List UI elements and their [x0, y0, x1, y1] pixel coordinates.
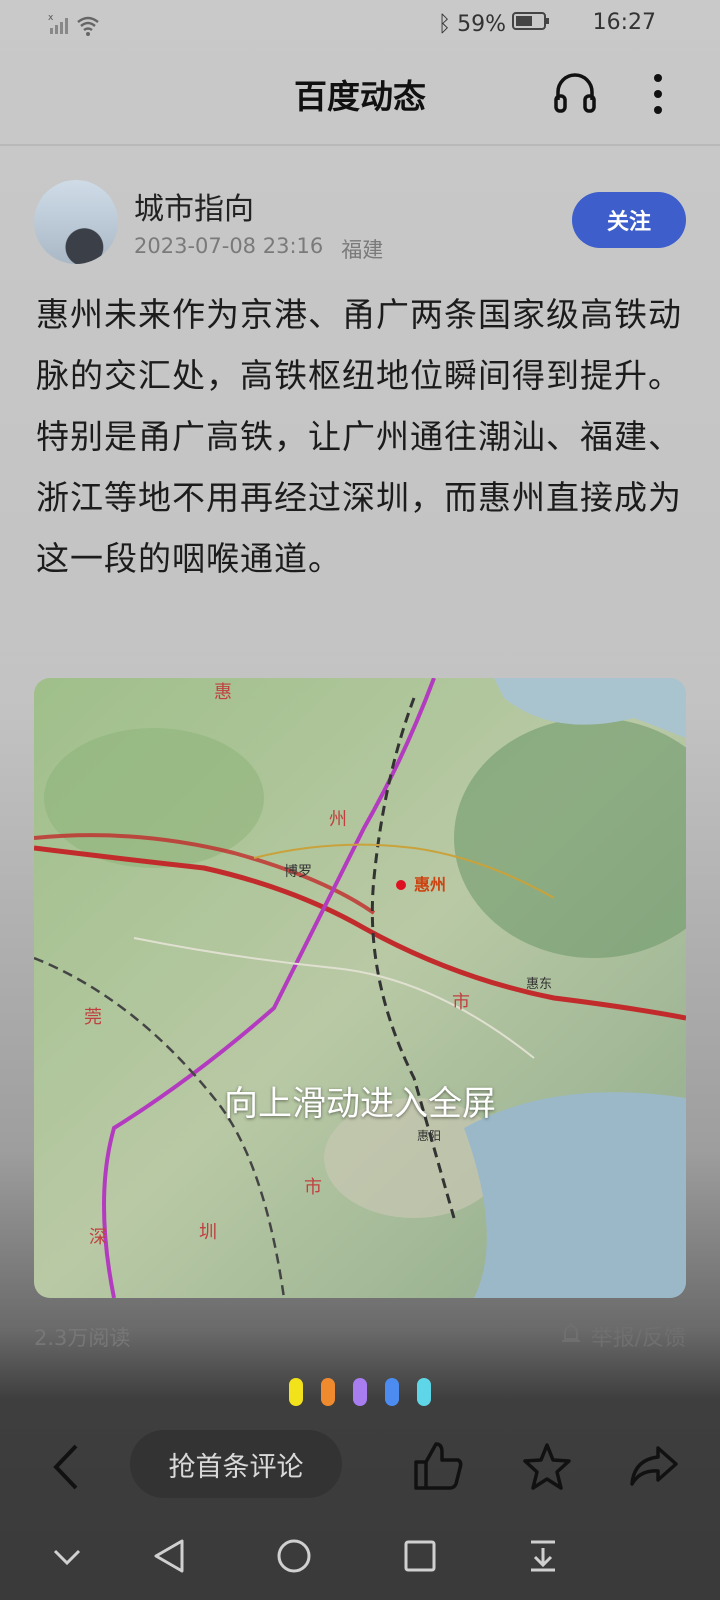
- loading-dots: [0, 1378, 720, 1406]
- page-dot: [289, 1378, 303, 1406]
- headphones-icon[interactable]: [552, 70, 598, 120]
- avatar[interactable]: [34, 180, 118, 264]
- page-title: 百度动态: [294, 77, 426, 116]
- map-label-zhou: 州: [329, 809, 347, 830]
- map-label-shen: 深: [89, 1227, 107, 1248]
- page-dot: [321, 1378, 335, 1406]
- alarm-icon: [559, 1321, 583, 1351]
- battery-percent: 59%: [457, 11, 506, 37]
- map-label-boluo: 博罗: [284, 863, 312, 880]
- clock: 16:27: [592, 10, 656, 35]
- post-meta: 2023-07-08 23:16 福建: [134, 234, 383, 264]
- author-name[interactable]: 城市指向: [134, 184, 254, 228]
- signal-wifi-icon: x: [48, 12, 104, 44]
- like-icon[interactable]: [412, 1440, 464, 1496]
- back-icon[interactable]: [50, 1442, 82, 1496]
- map-label-huizhou: 惠州: [414, 875, 446, 894]
- map-label-guan: 莞: [84, 1007, 102, 1028]
- map-image[interactable]: 惠州 惠 州 市 市 博罗 惠东 惠阳 深 圳 莞: [34, 678, 686, 1298]
- share-icon[interactable]: [628, 1444, 680, 1492]
- more-options-icon[interactable]: [652, 72, 664, 120]
- follow-button[interactable]: 关注: [572, 192, 686, 248]
- report-feedback-link[interactable]: 举报/反馈: [559, 1320, 686, 1352]
- header-divider: [0, 144, 720, 146]
- map-label-shi-2: 市: [304, 1177, 322, 1198]
- nav-home-icon[interactable]: [276, 1538, 312, 1578]
- post-date: 2023-07-08 23:16: [134, 234, 324, 258]
- status-bar: x ᛒ 59% 16:27: [0, 0, 720, 48]
- nav-recents-icon[interactable]: [404, 1540, 436, 1576]
- fullscreen-hint: 向上滑动进入全屏: [224, 1084, 496, 1124]
- bluetooth-icon: ᛒ: [437, 11, 452, 37]
- article-text: 惠州未来作为京港、甬广两条国家级高铁动脉的交汇处，高铁枢纽地位瞬间得到提升。特别…: [36, 295, 682, 578]
- map-label-hui: 惠: [214, 682, 232, 703]
- battery-icon: [512, 11, 550, 37]
- map-label-huidong: 惠东: [526, 977, 552, 992]
- post-location: 福建: [341, 238, 384, 262]
- favorite-star-icon[interactable]: [522, 1442, 572, 1496]
- page-dot: [385, 1378, 399, 1406]
- read-count: 2.3万阅读: [34, 1326, 131, 1350]
- page-dot: [417, 1378, 431, 1406]
- svg-text:x: x: [48, 13, 54, 23]
- comment-input[interactable]: 抢首条评论: [130, 1430, 342, 1498]
- nav-back-icon[interactable]: [152, 1538, 186, 1578]
- map-label-zhen: 圳: [199, 1222, 217, 1243]
- collapse-chevron-icon[interactable]: [52, 1548, 82, 1570]
- map-label-huiyang: 惠阳: [417, 1129, 441, 1143]
- nav-dock-icon[interactable]: [528, 1538, 558, 1578]
- page-dot: [353, 1378, 367, 1406]
- map-label-shi: 市: [452, 992, 470, 1013]
- report-label: 举报/反馈: [590, 1326, 686, 1351]
